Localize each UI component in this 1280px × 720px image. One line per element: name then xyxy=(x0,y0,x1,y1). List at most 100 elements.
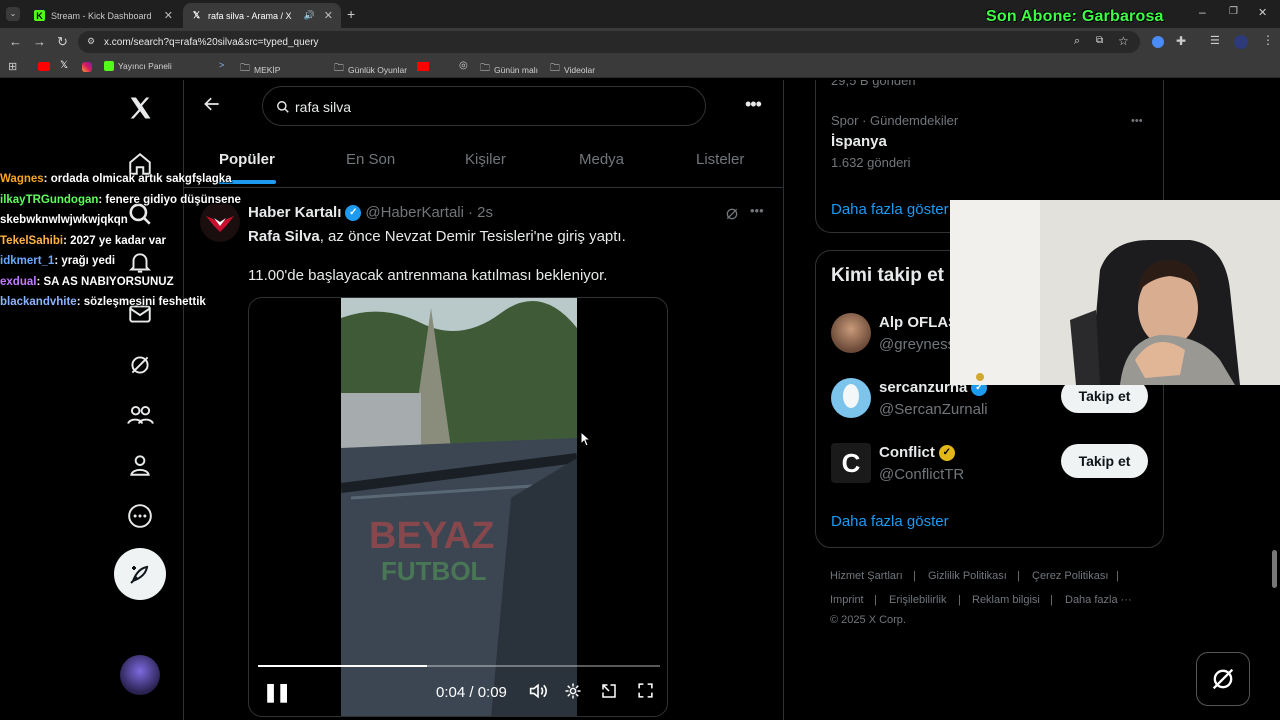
install-icon[interactable]: ⧉ xyxy=(1096,35,1103,46)
user-avatar[interactable] xyxy=(120,655,160,695)
folder-icon: 🗀 xyxy=(334,63,344,74)
chat-username: blackandvhite xyxy=(0,296,77,308)
author-handle[interactable]: @HaberKartali xyxy=(365,204,464,221)
trend-item[interactable]: Spor · Gündemdekiler İspanya 1.632 gönde… xyxy=(831,113,1151,175)
show-more-trends[interactable]: Daha fazla göster xyxy=(831,201,949,218)
tab-title: Stream - Kick Dashboard xyxy=(51,10,152,21)
right-sidebar: 29,5 B gönderi Spor · Gündemdekiler İspa… xyxy=(815,80,1165,720)
fullscreen-icon[interactable] xyxy=(637,682,654,703)
footer-cookies[interactable]: Çerez Politikası xyxy=(1032,570,1108,582)
arrow-bookmark-icon[interactable]: > xyxy=(219,60,224,70)
site-info-icon[interactable]: ⚙ xyxy=(87,36,95,47)
tab-people[interactable]: Kişiler xyxy=(465,151,506,168)
chat-message: TekelSahibi: 2027 ye kadar var xyxy=(0,231,270,252)
youtube-icon[interactable] xyxy=(417,62,429,71)
footer-accessibility[interactable]: Erişilebilirlik xyxy=(889,594,946,606)
back-arrow-icon[interactable] xyxy=(202,94,222,119)
tab-media[interactable]: Medya xyxy=(579,151,624,168)
footer-imprint[interactable]: Imprint xyxy=(830,594,864,606)
new-tab-button[interactable]: + xyxy=(347,6,355,22)
forward-icon[interactable]: → xyxy=(33,35,46,49)
url-field[interactable]: ⚙ x.com/search?q=rafa%20silva&src=typed_… xyxy=(78,31,1140,53)
follow-suggestion[interactable]: C Conflict ✓ @ConflictTR Takip et xyxy=(816,441,1165,505)
close-window-button[interactable]: ✕ xyxy=(1258,6,1267,19)
close-icon[interactable]: ✕ xyxy=(164,9,173,22)
extension-icon[interactable] xyxy=(1152,36,1164,48)
pause-icon[interactable]: ❚❚ xyxy=(263,682,291,703)
close-icon[interactable]: ✕ xyxy=(324,9,333,22)
suggestion-avatar[interactable] xyxy=(831,313,871,353)
tab-search-icon[interactable]: ⌄ xyxy=(6,7,20,21)
extensions-puzzle-icon[interactable]: ✚ xyxy=(1176,34,1186,48)
more-menu-icon[interactable]: ⋮ xyxy=(1262,33,1274,47)
footer-sep: | xyxy=(874,594,877,606)
show-more-suggestions[interactable]: Daha fazla göster xyxy=(831,513,949,530)
volume-icon[interactable] xyxy=(528,682,548,704)
tweet-more-icon[interactable]: ••• xyxy=(750,203,764,218)
more-circle-icon[interactable] xyxy=(124,500,156,532)
tab-popular[interactable]: Popüler xyxy=(219,151,275,168)
bookmarks-bar: ⊞ 𝕏 Yayıncı Paneli > 🗀 MEKİP 🗀 Günlük Oy… xyxy=(0,56,1280,78)
grok-float-button[interactable] xyxy=(1196,652,1250,706)
profile-nav-icon[interactable] xyxy=(124,449,156,481)
mouse-cursor-icon xyxy=(580,430,592,452)
pip-icon[interactable] xyxy=(600,682,618,704)
more-options-icon[interactable]: ••• xyxy=(745,94,762,115)
post-button[interactable] xyxy=(114,548,166,600)
grok-tweet-icon[interactable] xyxy=(724,206,740,227)
tweet-text-line1: Rafa Silva, az önce Nevzat Demir Tesisle… xyxy=(248,228,626,245)
x-bookmark-icon[interactable]: 𝕏 xyxy=(60,60,68,71)
address-bar-row: ← → ↻ ⚙ x.com/search?q=rafa%20silva&src=… xyxy=(0,28,1280,56)
x-logo-icon[interactable] xyxy=(124,92,156,124)
webcam-overlay xyxy=(950,200,1280,385)
follow-button[interactable]: Takip et xyxy=(1061,444,1148,478)
minimize-button[interactable]: – xyxy=(1199,5,1206,19)
suggestion-name[interactable]: Alp OFLAS xyxy=(879,314,958,331)
tweet-header: Haber Kartalı ✓ @HaberKartali · 2s xyxy=(248,204,493,221)
footer-privacy[interactable]: Gizlilik Politikası xyxy=(928,570,1007,582)
communities-icon[interactable] xyxy=(124,399,156,431)
trend-more-icon[interactable]: ••• xyxy=(1131,115,1143,127)
browser-tab-kick[interactable]: K Stream - Kick Dashboard ✕ xyxy=(26,3,181,28)
tweet-video[interactable]: BEYAZ FUTBOL ❚❚ 0:04 / 0:09 xyxy=(248,297,668,717)
bookmark-gunluk-oyunlar[interactable]: 🗀 Günlük Oyunlar xyxy=(334,61,407,78)
page-scrollbar[interactable] xyxy=(1272,550,1277,588)
apps-icon[interactable]: ⊞ xyxy=(8,60,17,73)
last-subscriber-overlay: Son Abone: Garbarosa xyxy=(986,8,1164,25)
suggestion-avatar[interactable] xyxy=(831,378,871,418)
reload-icon[interactable]: ↻ xyxy=(57,35,68,49)
bookmark-yayinci-paneli[interactable]: Yayıncı Paneli xyxy=(104,61,172,71)
globe-icon[interactable]: ◎ xyxy=(459,60,468,71)
footer-more[interactable]: Daha fazla ··· xyxy=(1065,594,1132,606)
footer-terms[interactable]: Hizmet Şartları xyxy=(830,570,903,582)
bookmark-videolar[interactable]: 🗀 Videolar xyxy=(550,61,595,78)
audio-icon[interactable]: 🔊 xyxy=(304,10,315,21)
follow-suggestion[interactable]: sercanzurna ✓ @SercanZurnali Takip et xyxy=(816,376,1165,440)
maximize-button[interactable]: ❐ xyxy=(1229,6,1238,17)
tweet-time[interactable]: · 2s xyxy=(468,204,493,221)
footer-ads-info[interactable]: Reklam bilgisi xyxy=(972,594,1040,606)
x-icon: 𝕏 xyxy=(192,10,201,20)
gold-verified-badge-icon: ✓ xyxy=(938,444,955,461)
bookmark-mekip[interactable]: 🗀 MEKİP xyxy=(240,61,280,78)
tab-lists[interactable]: Listeler xyxy=(696,151,744,168)
zoom-icon[interactable]: ⌕ xyxy=(1074,35,1080,48)
browser-tab-x[interactable]: 𝕏 rafa silva - Arama / X 🔊 ✕ xyxy=(183,3,341,28)
search-box[interactable]: rafa silva xyxy=(262,86,706,126)
settings-gear-icon[interactable] xyxy=(564,682,582,704)
reading-list-icon[interactable]: ☰ xyxy=(1210,34,1220,47)
tab-latest[interactable]: En Son xyxy=(346,151,395,168)
who-to-follow-title: Kimi takip et xyxy=(831,265,944,286)
youtube-icon[interactable] xyxy=(38,62,50,71)
star-icon[interactable]: ☆ xyxy=(1118,34,1129,48)
grok-icon[interactable] xyxy=(124,349,156,381)
instagram-icon[interactable] xyxy=(82,62,92,72)
tweet[interactable]: Haber Kartalı ✓ @HaberKartali · 2s ••• R… xyxy=(184,190,784,720)
bookmark-gunun-mali[interactable]: 🗀 Günün malı xyxy=(480,61,538,78)
back-icon[interactable]: ← xyxy=(9,35,22,49)
search-input[interactable]: rafa silva xyxy=(295,99,351,115)
suggestion-name[interactable]: Conflict ✓ xyxy=(879,444,955,461)
profile-icon[interactable] xyxy=(1234,35,1248,49)
suggestion-avatar[interactable]: C xyxy=(831,443,871,483)
video-progress-bar[interactable] xyxy=(258,665,660,667)
